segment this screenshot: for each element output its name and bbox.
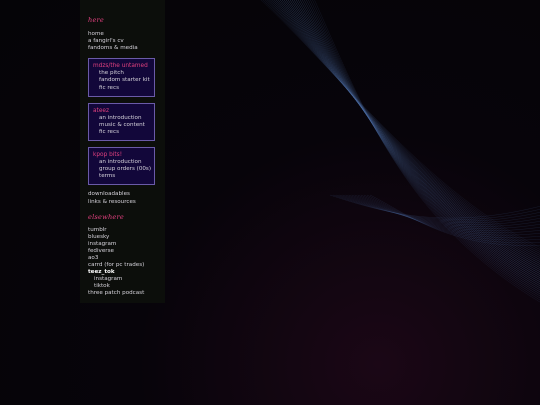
group-label-teez-tok: teez_tok (88, 269, 115, 276)
wave-line (283, 0, 540, 272)
nav-link-fangirl-cv[interactable]: a fangirl's cv (88, 38, 165, 45)
wave-line (275, 0, 540, 264)
sidebar: here home a fangirl's cv fandoms & media… (80, 0, 165, 303)
link-teez-tiktok[interactable]: tiktok (88, 283, 165, 290)
box-kpop-bits: kpop bits! an introduction group orders … (88, 147, 155, 186)
nav-link-fandoms-media[interactable]: fandoms & media (88, 45, 165, 52)
link-ao3[interactable]: ao3 (88, 255, 165, 262)
wave-line (363, 194, 540, 241)
wave-line (314, 0, 540, 303)
wave-line (295, 0, 540, 285)
nav-link-links-resources[interactable]: links & resources (88, 199, 165, 206)
box-link-fic-recs[interactable]: fic recs (93, 129, 151, 136)
link-three-patch-podcast[interactable]: three patch podcast (88, 290, 165, 297)
box-link-music-content[interactable]: music & content (93, 122, 151, 129)
box-title-ateez[interactable]: ateez (93, 108, 151, 115)
link-tumblr[interactable]: tumblr (88, 227, 165, 234)
nav-link-downloadables[interactable]: downloadables (88, 191, 165, 198)
wave-line (369, 194, 540, 246)
box-mdzs: mdzs/the untamed the pitch fandom starte… (88, 58, 155, 97)
section-title-elsewhere: elsewhere (88, 212, 124, 221)
wave-line (305, 0, 540, 295)
wave-line (264, 0, 540, 252)
wave-line (262, 0, 540, 250)
wave-line (301, 0, 540, 291)
box-link-fic-recs[interactable]: fic recs (93, 85, 151, 92)
box-link-starter-kit[interactable]: fandom starter kit (93, 77, 151, 84)
link-carrd[interactable]: carrd (for pc trades) (88, 262, 165, 269)
wave-line (303, 0, 540, 293)
section-title-here: here (88, 16, 105, 24)
link-teez-instagram[interactable]: instagram (88, 276, 165, 283)
link-instagram[interactable]: instagram (88, 241, 165, 248)
box-title-kpop-bits[interactable]: kpop bits! (93, 152, 151, 159)
link-fediverse[interactable]: fediverse (88, 248, 165, 255)
box-link-terms[interactable]: terms (93, 173, 151, 180)
wave-line (274, 0, 540, 262)
box-ateez: ateez an introduction music & content fi… (88, 102, 155, 142)
box-link-introduction[interactable]: an introduction (93, 115, 151, 122)
box-title-mdzs[interactable]: mdzs/the untamed (93, 63, 151, 70)
wave-line (360, 194, 540, 238)
wave-line (312, 0, 540, 301)
box-link-group-orders[interactable]: group orders (00s) (93, 166, 151, 173)
nav-link-home[interactable]: home (88, 31, 165, 38)
link-bluesky[interactable]: bluesky (88, 234, 165, 241)
box-link-pitch[interactable]: the pitch (93, 70, 151, 77)
box-link-introduction[interactable]: an introduction (93, 159, 151, 166)
